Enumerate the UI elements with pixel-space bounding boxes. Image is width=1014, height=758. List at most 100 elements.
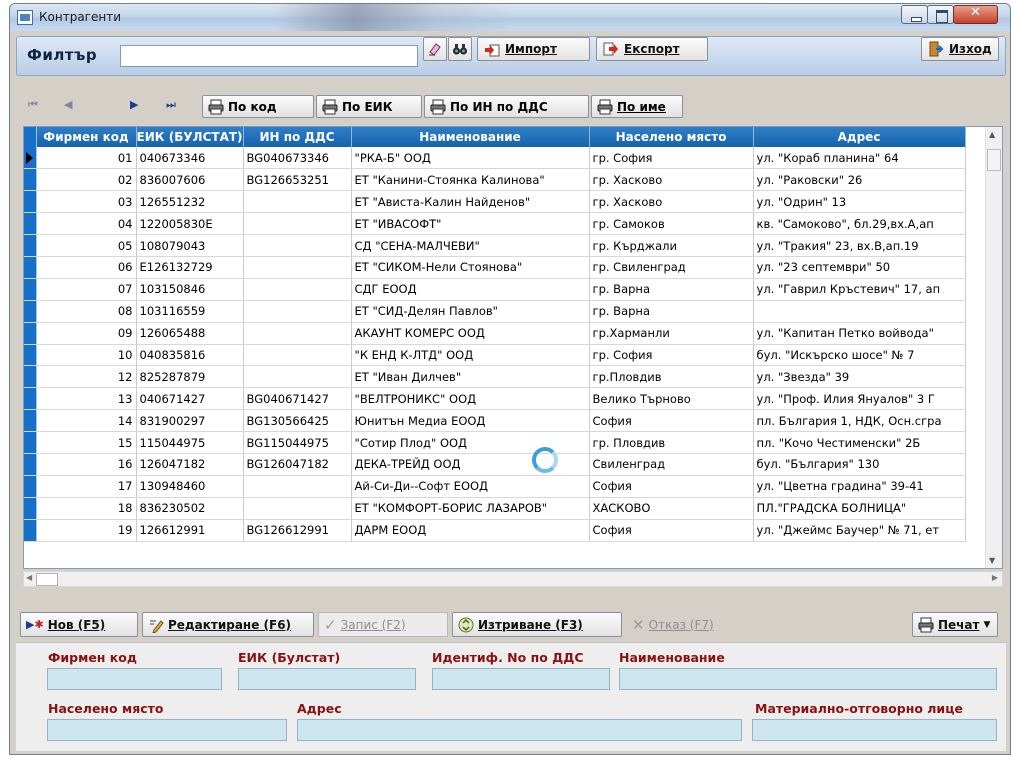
table-cell[interactable]: 103116559: [136, 300, 244, 323]
table-cell[interactable]: ЕТ "СИКОМ-Нели Стоянова": [351, 256, 590, 279]
table-cell[interactable]: бул. "България" 130: [753, 453, 966, 476]
eik-field[interactable]: [238, 668, 416, 690]
table-cell[interactable]: [243, 212, 352, 236]
table-cell[interactable]: 040835816: [136, 344, 244, 367]
table-cell[interactable]: СД "СЕНА-МАЛЧЕВИ": [351, 234, 590, 257]
find-button[interactable]: [448, 37, 472, 61]
table-cell[interactable]: [753, 300, 966, 323]
table-cell[interactable]: ЕТ "ИВАСОФТ": [351, 212, 590, 236]
table-cell[interactable]: 825287879: [136, 365, 244, 389]
table-cell[interactable]: гр. Варна: [589, 300, 754, 323]
table-cell[interactable]: ЕТ "Иван Дилчев": [351, 365, 590, 389]
table-row[interactable]: 03 126551232 ЕТ "Ависта-Калин Найденов" гр.…: [24, 190, 966, 214]
table-cell[interactable]: ПЛ."ГРАДСКА БОЛНИЦА": [753, 497, 966, 520]
table-cell[interactable]: гр. Хасково: [589, 168, 754, 192]
new-button[interactable]: ▶✱ Нов (F5): [20, 612, 138, 637]
clear-filter-button[interactable]: [423, 37, 447, 61]
table-cell[interactable]: ул. "Раковски" 26: [753, 168, 966, 192]
column-header[interactable]: ЕИК (БУЛСТАТ): [136, 127, 244, 147]
next-record-icon[interactable]: ▶: [130, 98, 138, 111]
current-row-indicator[interactable]: [24, 147, 37, 170]
row-indicator[interactable]: [24, 475, 37, 498]
table-cell[interactable]: ЕТ "Ависта-Калин Найденов": [351, 190, 590, 214]
table-cell[interactable]: 836007606: [136, 168, 244, 192]
table-cell[interactable]: 126047182: [136, 453, 244, 476]
table-row[interactable]: 15 115044975 BG115044975 "Сотир Плод" ООД гр…: [24, 431, 966, 454]
table-cell[interactable]: "РКА-Б" ООД: [351, 147, 590, 170]
table-row[interactable]: 04 122005830Е ЕТ "ИВАСОФТ" гр. Самоков кв. "…: [24, 212, 966, 236]
row-indicator[interactable]: [24, 453, 37, 476]
table-cell[interactable]: 12: [36, 365, 137, 389]
table-cell[interactable]: 15: [36, 431, 137, 454]
scroll-up-icon[interactable]: ▲: [989, 130, 995, 139]
column-header[interactable]: Населено място: [589, 127, 754, 147]
table-cell[interactable]: 115044975: [136, 431, 244, 454]
table-cell[interactable]: [243, 190, 352, 214]
table-cell[interactable]: [243, 300, 352, 323]
table-row[interactable]: 01 040673346 BG040673346 "РКА-Б" ООД гр. Соф…: [24, 147, 966, 170]
table-row[interactable]: 17 130948460 Ай-Си-Ди--Софт ЕООД София ул. "…: [24, 475, 966, 498]
table-cell[interactable]: ЕТ "СИД-Делян Павлов": [351, 300, 590, 323]
row-indicator[interactable]: [24, 256, 37, 279]
address-field[interactable]: [297, 719, 742, 741]
table-cell[interactable]: 07: [36, 278, 137, 301]
maximize-button[interactable]: [927, 5, 954, 24]
table-cell[interactable]: 13: [36, 387, 137, 411]
table-cell[interactable]: ул. "Джеймс Баучер" № 71, ет: [753, 519, 966, 542]
table-cell[interactable]: 103150846: [136, 278, 244, 301]
table-cell[interactable]: 108079043: [136, 234, 244, 257]
row-indicator[interactable]: [24, 234, 37, 257]
mol-field[interactable]: [752, 719, 997, 741]
table-row[interactable]: 08 103116559 ЕТ "СИД-Делян Павлов" гр. Варн…: [24, 300, 966, 323]
table-row[interactable]: 06 Е126132729 ЕТ "СИКОМ-Нели Стоянова" гр. …: [24, 256, 966, 279]
row-indicator[interactable]: [24, 322, 37, 345]
table-cell[interactable]: Свиленград: [589, 453, 754, 476]
table-cell[interactable]: бул. "Искърско шосе" № 7: [753, 344, 966, 367]
table-cell[interactable]: ул. "Кораб планина" 64: [753, 147, 966, 170]
table-cell[interactable]: гр. Самоков: [589, 212, 754, 236]
table-row[interactable]: 14 831900297 BG130566425 Юнитън Медиа ЕООД С…: [24, 409, 966, 433]
table-cell[interactable]: гр. София: [589, 344, 754, 367]
exit-button[interactable]: Изход: [921, 37, 999, 61]
sort-by-eik-button[interactable]: По ЕИК: [316, 95, 422, 118]
table-cell[interactable]: Велико Търново: [589, 387, 754, 411]
table-cell[interactable]: СДГ ЕООД: [351, 278, 590, 301]
table-cell[interactable]: гр.Пловдив: [589, 365, 754, 389]
table-cell[interactable]: Ай-Си-Ди--Софт ЕООД: [351, 475, 590, 498]
table-cell[interactable]: София: [589, 519, 754, 542]
print-button[interactable]: Печат ▼: [912, 612, 998, 637]
table-cell[interactable]: BG115044975: [243, 431, 352, 454]
table-cell[interactable]: 16: [36, 453, 137, 476]
row-indicator[interactable]: [24, 344, 37, 367]
table-cell[interactable]: гр. Пловдив: [589, 431, 754, 454]
table-row[interactable]: 13 040671427 BG040671427 "ВЕЛТРОНИКС" ООД Ве…: [24, 387, 966, 411]
horizontal-scroll-thumb[interactable]: [36, 573, 58, 586]
table-row[interactable]: 09 126065488 АКАУНТ КОМЕРС ООД гр.Харманли у…: [24, 322, 966, 345]
company-code-field[interactable]: [47, 668, 222, 690]
table-cell[interactable]: 10: [36, 344, 137, 367]
table-cell[interactable]: 126612991: [136, 519, 244, 542]
row-indicator[interactable]: [24, 431, 37, 454]
table-cell[interactable]: [243, 344, 352, 367]
row-indicator[interactable]: [24, 278, 37, 301]
table-cell[interactable]: ул. "Гаврил Кръстевич" 17, ап: [753, 278, 966, 301]
table-cell[interactable]: [243, 497, 352, 520]
column-header[interactable]: Адрес: [753, 127, 966, 147]
table-cell[interactable]: 04: [36, 212, 137, 236]
first-record-icon[interactable]: ⏮: [28, 98, 38, 112]
table-cell[interactable]: 06: [36, 256, 137, 279]
close-button[interactable]: ✕: [953, 5, 998, 24]
scroll-left-icon[interactable]: ◀: [26, 573, 32, 582]
table-cell[interactable]: ул. "Звезда" 39: [753, 365, 966, 389]
minimize-button[interactable]: [901, 5, 928, 24]
table-cell[interactable]: 831900297: [136, 409, 244, 433]
table-cell[interactable]: 03: [36, 190, 137, 214]
table-cell[interactable]: ул. "23 септември" 50: [753, 256, 966, 279]
table-cell[interactable]: [243, 278, 352, 301]
row-indicator[interactable]: [24, 365, 37, 389]
table-cell[interactable]: АКАУНТ КОМЕРС ООД: [351, 322, 590, 345]
vertical-scroll-thumb[interactable]: [987, 149, 1001, 171]
row-indicator[interactable]: [24, 212, 37, 236]
table-cell[interactable]: 130948460: [136, 475, 244, 498]
table-cell[interactable]: гр. Варна: [589, 278, 754, 301]
